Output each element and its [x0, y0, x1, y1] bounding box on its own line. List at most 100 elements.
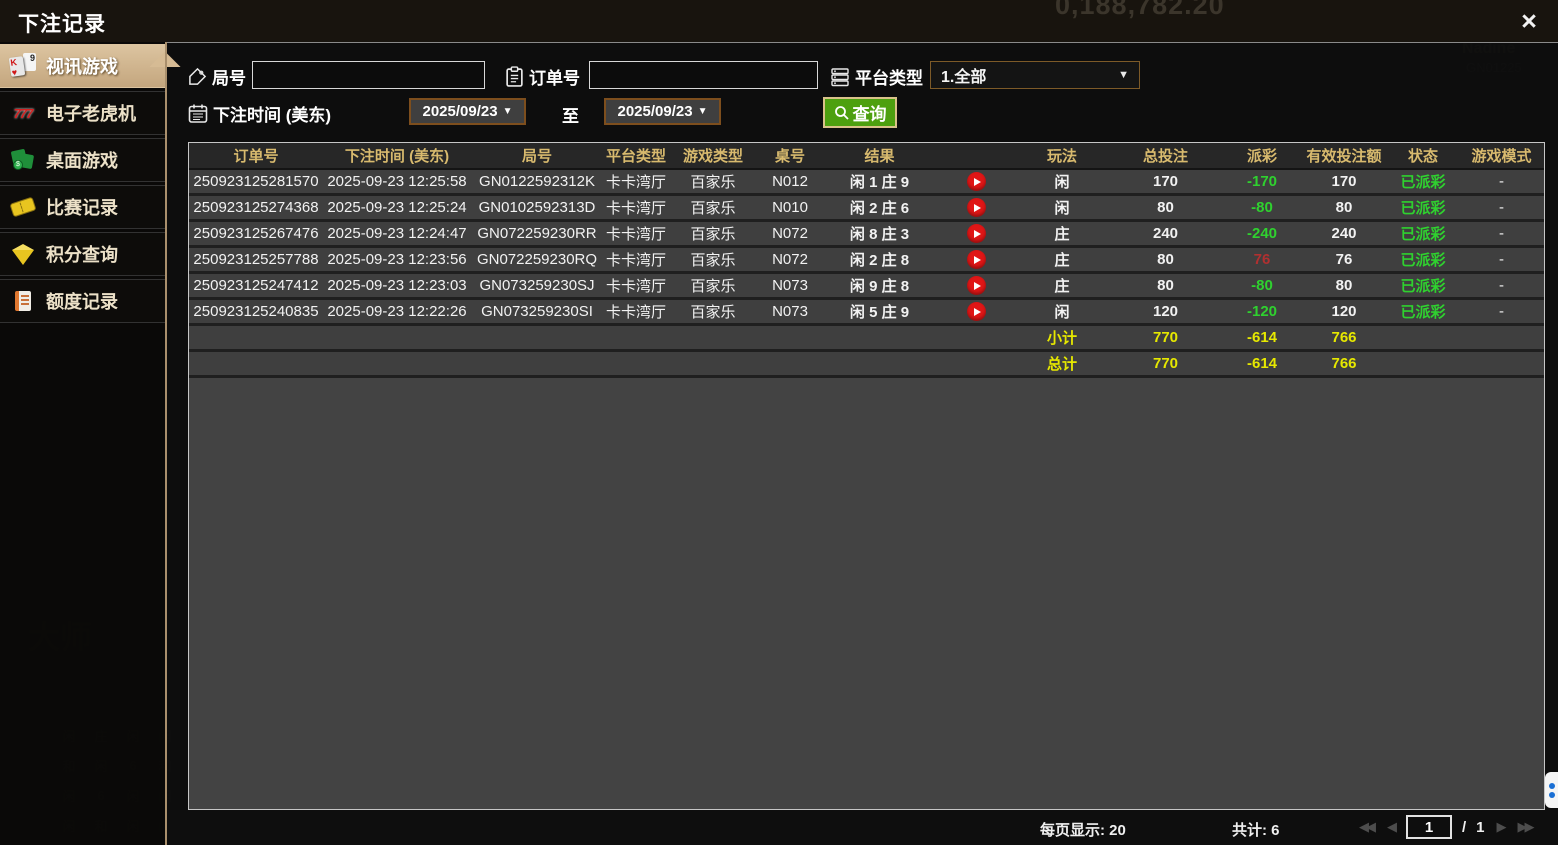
- sidebar-item-label: 积分查询: [46, 245, 118, 265]
- play-video-icon[interactable]: [966, 172, 986, 191]
- total-row-label: 总计: [1046, 356, 1077, 373]
- round-number-cell: GN073259230SI: [481, 303, 593, 320]
- bet-time-cell: 2025-09-23 12:24:47: [327, 225, 467, 242]
- order-id-cell: 250923125240835: [193, 303, 319, 320]
- replay-cell: [936, 302, 1016, 321]
- round-filter-label: 局号: [212, 69, 246, 88]
- payout-cell: -80: [1251, 277, 1273, 294]
- game-type-cell: 百家乐: [690, 278, 736, 295]
- page-number-input[interactable]: 1: [1406, 815, 1452, 839]
- replay-cell: [936, 198, 1016, 217]
- sidebar-item-1[interactable]: 9 K ♥ 视讯游戏: [0, 44, 165, 88]
- valid-bet-cell: 240: [1331, 225, 1357, 242]
- status-cell: 已派彩: [1400, 174, 1446, 191]
- column-header: 游戏模式: [1471, 148, 1532, 165]
- date-to-select[interactable]: 2025/09/23 ▼: [604, 98, 721, 125]
- date-from-value: 2025/09/23: [422, 103, 498, 120]
- total-row-cell: 766: [1331, 355, 1357, 372]
- total-row: 总计 770 -614 766: [189, 352, 1544, 378]
- next-page-icon[interactable]: ▶: [1495, 817, 1507, 837]
- bet-time-filter-group: 下注时间 (美东): [188, 101, 331, 126]
- sidebar: 9 K ♥ 视讯游戏 777 电子老虎机 $ 桌面游戏 比赛记录积分查询额度记录: [0, 42, 165, 845]
- total-bet-cell: 170: [1152, 173, 1179, 190]
- table-row: 250923125281570 2025-09-23 12:25:58 GN0122…: [189, 170, 1544, 196]
- platform-type-select[interactable]: 1.全部 ▼: [930, 61, 1140, 89]
- total-count-display: 共计: 6: [1232, 822, 1280, 839]
- order-id-cell: 250923125274368: [193, 199, 319, 216]
- status-cell: 已派彩: [1400, 304, 1446, 321]
- chevron-down-icon: ▼: [1118, 69, 1129, 81]
- order-number-input[interactable]: [589, 61, 818, 89]
- round-number-cell: GN072259230RQ: [476, 251, 598, 268]
- order-id-cell: 250923125281570: [193, 173, 319, 190]
- total-bet-cell: 80: [1157, 277, 1174, 294]
- result-cell: 闲 2 庄 6: [849, 200, 910, 217]
- ticket-icon: [8, 196, 38, 218]
- diamond-icon: [8, 243, 38, 265]
- round-number-input[interactable]: [252, 61, 485, 89]
- bet-time-cell: 2025-09-23 12:23:56: [327, 251, 467, 268]
- document-icon: [8, 291, 38, 311]
- bet-time-cell: 2025-09-23 12:25:58: [327, 173, 467, 190]
- platform-filter-group: 平台类型: [830, 64, 923, 89]
- play-video-icon[interactable]: [966, 276, 986, 295]
- column-header: 订单号: [233, 148, 279, 165]
- last-page-icon[interactable]: ▶▶: [1516, 817, 1535, 837]
- table-row: 250923125247412 2025-09-23 12:23:03 GN0732…: [189, 274, 1544, 300]
- total-bet-cell: 80: [1157, 251, 1174, 268]
- sidebar-item-label: 视讯游戏: [46, 57, 118, 77]
- subtotal-row-cell: 766: [1331, 329, 1357, 346]
- platform-type-cell: 卡卡湾厅: [605, 304, 666, 321]
- bet-side-cell: 庄: [1054, 252, 1070, 269]
- table-header-row: 订单号 下注时间 (美东) 局号 平台类型 游戏类型 桌号 结果 玩法 总投注 派彩 有效投注额 状态…: [189, 143, 1544, 170]
- sidebar-item-2[interactable]: 777 电子老虎机: [0, 91, 165, 135]
- table-number-cell: N012: [772, 173, 808, 190]
- game-mode-cell: -: [1499, 251, 1504, 268]
- result-cell: 闲 9 庄 8: [849, 278, 910, 295]
- search-button-label: 查询: [852, 105, 887, 124]
- platform-type-cell: 卡卡湾厅: [605, 278, 666, 295]
- platform-type-cell: 卡卡湾厅: [605, 252, 666, 269]
- subtotal-row: 小计 770 -614 766: [189, 326, 1544, 352]
- date-from-select[interactable]: 2025/09/23 ▼: [409, 98, 526, 125]
- game-mode-cell: -: [1499, 225, 1504, 242]
- first-page-icon[interactable]: ◀◀: [1357, 817, 1376, 837]
- page-title: 下注记录: [18, 13, 106, 36]
- replay-cell: [936, 224, 1016, 243]
- table-row: 250923125267476 2025-09-23 12:24:47 GN0722…: [189, 222, 1544, 248]
- play-triangle: [973, 177, 981, 186]
- round-filter-group: 局号: [188, 64, 246, 89]
- column-header: 结果: [864, 148, 895, 165]
- round-number-cell: GN0122592312K: [479, 173, 595, 190]
- subtotal-row-label: 小计: [1046, 330, 1077, 347]
- date-range-to-label: 至: [562, 107, 579, 126]
- play-video-icon[interactable]: [966, 224, 986, 243]
- payout-cell: -170: [1246, 173, 1278, 190]
- search-button[interactable]: 查询: [823, 97, 897, 128]
- platform-type-cell: 卡卡湾厅: [605, 226, 666, 243]
- side-floating-button[interactable]: [1545, 772, 1558, 808]
- sidebar-item-5[interactable]: 积分查询: [0, 232, 165, 276]
- per-page-display: 每页显示: 20: [1040, 822, 1126, 839]
- close-icon[interactable]: ×: [1512, 4, 1546, 38]
- order-id-cell: 250923125257788: [193, 251, 319, 268]
- play-video-icon[interactable]: [966, 198, 986, 217]
- search-icon: [834, 105, 850, 121]
- round-number-cell: GN0102592313D: [478, 199, 596, 216]
- previous-page-icon[interactable]: ◀: [1385, 817, 1397, 837]
- sidebar-item-6[interactable]: 额度记录: [0, 279, 165, 323]
- sidebar-item-label: 电子老虎机: [46, 104, 136, 124]
- total-bet-cell: 120: [1152, 303, 1179, 320]
- valid-bet-cell: 120: [1331, 303, 1357, 320]
- play-video-icon[interactable]: [966, 250, 986, 269]
- play-video-icon[interactable]: [966, 302, 986, 321]
- replay-cell: [936, 250, 1016, 269]
- table-games-icon: $: [8, 148, 38, 171]
- table-row: 250923125274368 2025-09-23 12:25:24 GN0102…: [189, 196, 1544, 222]
- sidebar-item-3[interactable]: $ 桌面游戏: [0, 138, 165, 182]
- chevron-down-icon: ▼: [697, 106, 708, 117]
- replay-cell: [936, 172, 1016, 191]
- sidebar-item-4[interactable]: 比赛记录: [0, 185, 165, 229]
- payout-cell: -240: [1246, 225, 1278, 242]
- chevron-down-icon: ▼: [502, 106, 513, 117]
